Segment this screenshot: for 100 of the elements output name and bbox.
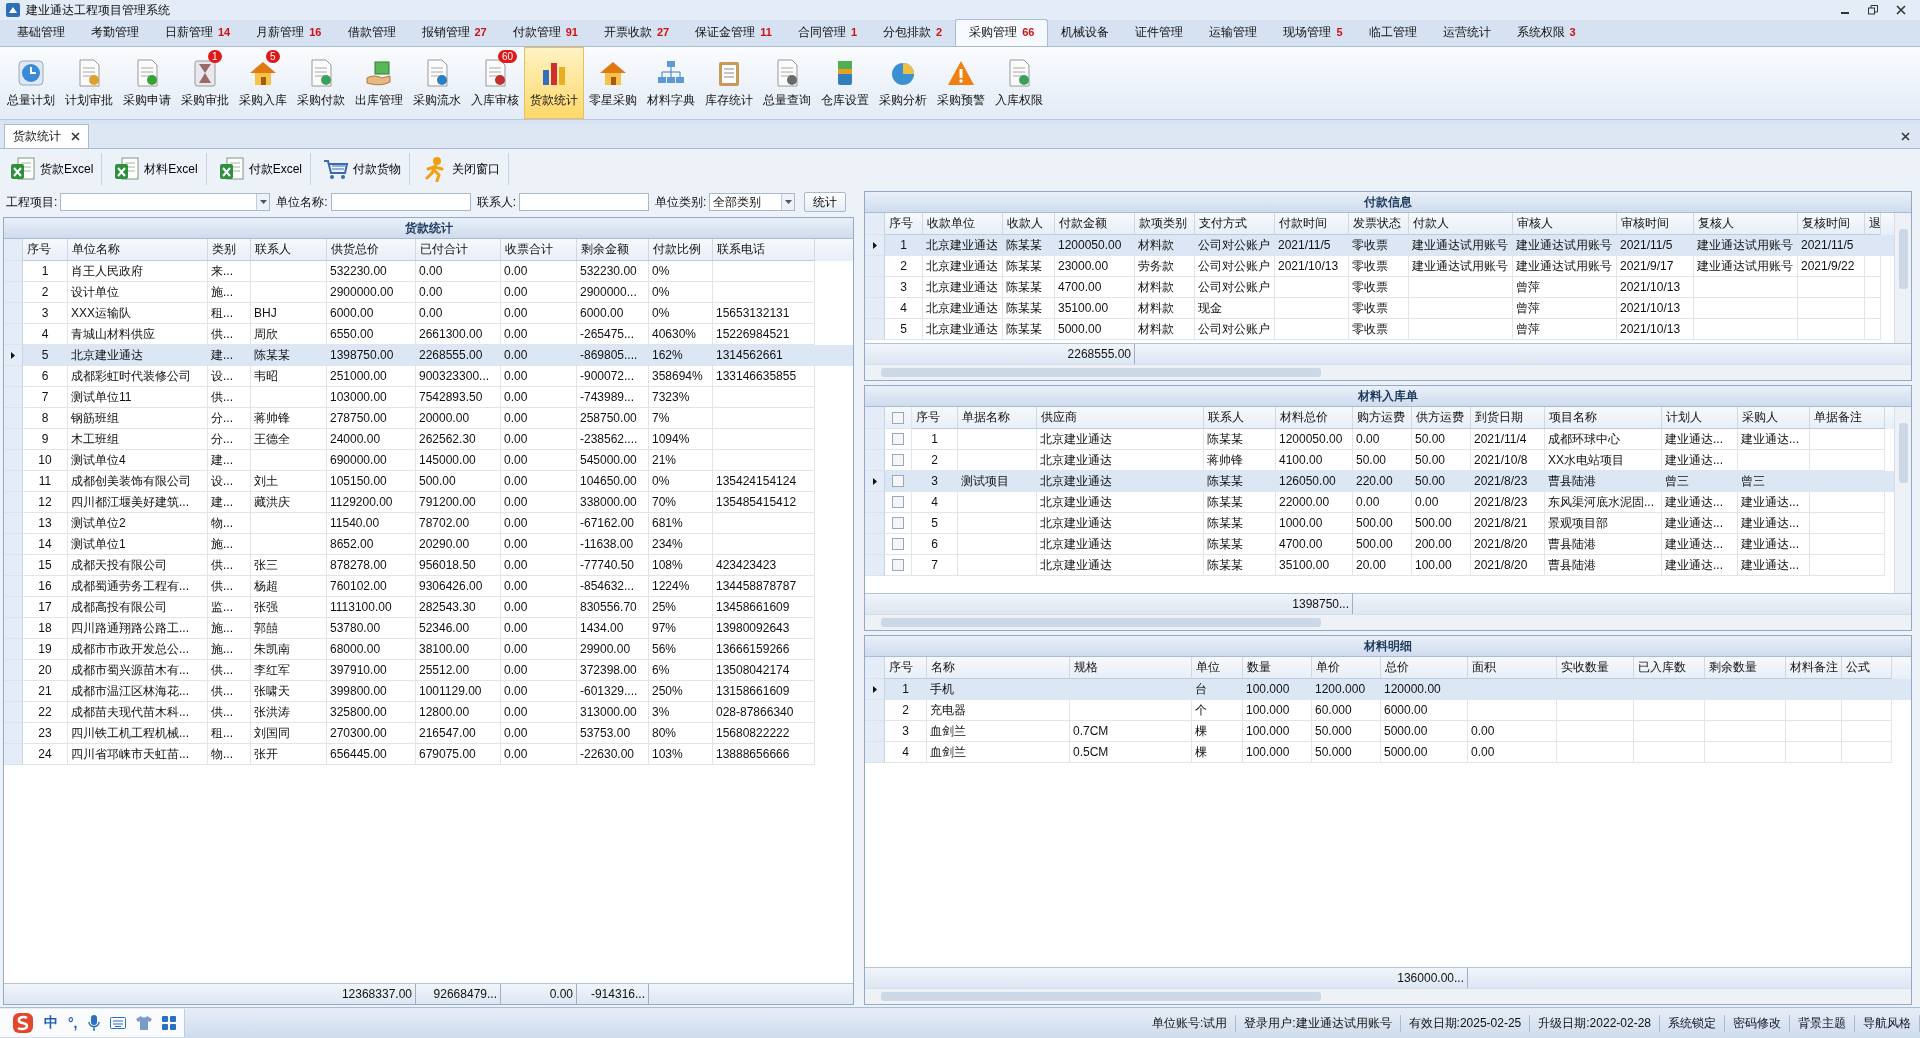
toolbar-button[interactable]: 关闭窗口 <box>418 153 510 185</box>
checkbox[interactable] <box>892 559 904 571</box>
menu-tab[interactable]: 付款管理 91 <box>499 20 591 46</box>
menu-tab[interactable]: 系统权限 3 <box>1503 20 1589 46</box>
scrollbar[interactable] <box>865 988 1911 1004</box>
table-row[interactable]: 6 成都彩虹时代装修公司 设... 韦昭 251000.00 900323300... 0.00 -900072... 358694% 133146635855 <box>4 366 853 387</box>
table-row[interactable]: 4 血剑兰 0.5CM 棵 100.000 50.000 5000.00 0.00 <box>865 742 1911 763</box>
document-tab[interactable]: 货款统计 <box>4 124 89 148</box>
menu-tab[interactable]: 证件管理 <box>1122 20 1197 46</box>
toolbar-button[interactable]: 材料字典 <box>642 47 700 119</box>
table-row[interactable]: 20 成都市蜀兴源苗木有... 供... 李红军 397910.00 25512.00 0.00 372398.00 6% 13508042174 <box>4 660 853 681</box>
toolbar-button[interactable]: 1 采购审批 <box>176 47 234 119</box>
scrollbar[interactable] <box>865 614 1911 630</box>
table-row[interactable]: 7 北京建业通达 陈某某 35100.00 20.00 100.00 2021/8/20 曹县陆港 建业通达... 建业通达... <box>865 555 1894 576</box>
table-row[interactable]: 2 设计单位 施... 2900000.00 0.00 0.00 2900000... 0% <box>4 282 853 303</box>
table-row[interactable]: 13 测试单位2 物... 11540.00 78702.00 0.00 -67162.00 681% <box>4 513 853 534</box>
table-row[interactable]: 5 北京建业通达 陈某某 1000.00 500.00 500.00 2021/8/21 景观项目部 建业通达... 建业通达... <box>865 513 1894 534</box>
scrollbar[interactable] <box>1894 407 1911 593</box>
checkbox[interactable] <box>892 454 904 466</box>
toolbar-button[interactable]: 出库管理 <box>350 47 408 119</box>
menu-tab[interactable]: 日薪管理 14 <box>152 20 244 46</box>
table-row[interactable]: 1 北京建业通达 陈某某 1200050.00 0.00 50.00 2021/11/4 成都环球中心 建业通达... 建业通达... <box>865 429 1894 450</box>
toolbar-button[interactable]: 总量计划 <box>2 47 60 119</box>
statistics-button[interactable]: 统计 <box>804 192 847 212</box>
toolbar-button[interactable]: 货款Excel <box>6 153 103 185</box>
close-icon[interactable] <box>1901 131 1910 141</box>
grid-icon[interactable] <box>161 1016 176 1030</box>
toolbar-button[interactable]: 货款统计 <box>524 47 584 119</box>
menu-tab[interactable]: 报销管理 27 <box>408 20 500 46</box>
shirt-icon[interactable] <box>135 1016 152 1030</box>
ime-button[interactable]: 中 <box>44 1014 58 1032</box>
toolbar-button[interactable]: 采购付款 <box>292 47 350 119</box>
input-field[interactable] <box>519 193 650 211</box>
table-row[interactable]: 6 北京建业通达 陈某某 4700.00 500.00 200.00 2021/8/20 曹县陆港 建业通达... 建业通达... <box>865 534 1894 555</box>
table-row[interactable]: 23 四川铁工机工程机械... 租... 刘国同 270300.00 216547.00 0.00 53753.00 80% 15680822222 <box>4 723 853 744</box>
checkbox[interactable] <box>892 496 904 508</box>
table-row[interactable]: 1 肖王人民政府 来... 532230.00 0.00 0.00 532230.00 0% <box>4 261 853 282</box>
toolbar-button[interactable]: 60 入库审核 <box>466 47 524 119</box>
table-row[interactable]: 21 成都市温江区林海花... 供... 张啸天 399800.00 1001129.00 0.00 -601329.... 250% 13158661609 <box>4 681 853 702</box>
toolbar-button[interactable]: 仓库设置 <box>816 47 874 119</box>
menu-tab[interactable]: 采购管理 66 <box>955 19 1049 46</box>
table-row[interactable]: 11 成都创美装饰有限公司 设... 刘土 105150.00 500.00 0.00 104650.00 0% 135424154124 <box>4 471 853 492</box>
toolbar-button[interactable]: 库存统计 <box>700 47 758 119</box>
table-row[interactable]: 17 成都高投有限公司 监... 张强 1113100.00 282543.30 0.00 830556.70 25% 13458661609 <box>4 597 853 618</box>
table-row[interactable]: 22 成都苗夫现代苗木科... 供... 张洪涛 325800.00 12800.00 0.00 313000.00 3% 028-87866340 <box>4 702 853 723</box>
keyboard-icon[interactable] <box>109 1017 126 1029</box>
menu-tab[interactable]: 运输管理 <box>1196 20 1271 46</box>
menu-tab[interactable]: 开票收款 27 <box>591 20 683 46</box>
table-row[interactable]: 7 测试单位11 供... 103000.00 7542893.50 0.00 -743989... 7323% <box>4 387 853 408</box>
table-row[interactable]: 4 北京建业通达 陈某某 22000.00 0.00 0.00 2021/8/23 东风渠河底水泥固... 建业通达... 建业通达... <box>865 492 1894 513</box>
table-row[interactable]: 3 XXX运输队 租... BHJ 6000.00 0.00 0.00 6000.00 0% 15653132131 <box>4 303 853 324</box>
ime-button[interactable]: °, <box>68 1015 78 1031</box>
table-row[interactable]: 2 北京建业通达 陈某某 23000.00 劳务款 公司对公账户 2021/10/13 零收票 建业通达试用账号 建业通达试用账号 2021/9/17 建业通达试用账号 2021/9/22 <box>865 256 1894 277</box>
checkbox[interactable] <box>892 433 904 445</box>
menu-tab[interactable]: 月薪管理 16 <box>243 20 335 46</box>
checkbox[interactable] <box>892 517 904 529</box>
menu-tab[interactable]: 合同管理 1 <box>784 20 870 46</box>
table-row[interactable]: 16 成都蜀通劳务工程有... 供... 杨超 760102.00 9306426.00 0.00 -854632... 1224% 134458878787 <box>4 576 853 597</box>
table-row[interactable]: 14 测试单位1 施... 8652.00 20290.00 0.00 -11638.00 234% <box>4 534 853 555</box>
toolbar-button[interactable]: 采购流水 <box>408 47 466 119</box>
toolbar-button[interactable]: 采购分析 <box>874 47 932 119</box>
toolbar-button[interactable]: 计划审批 <box>60 47 118 119</box>
table-row[interactable]: 24 四川省邛崃市天虹苗... 物... 张开 656445.00 679075.00 0.00 -22630.00 103% 13888656666 <box>4 744 853 765</box>
menu-tab[interactable]: 临工管理 <box>1355 20 1430 46</box>
status-button[interactable]: 系统锁定 <box>1660 1014 1725 1032</box>
project-dropdown[interactable] <box>60 193 271 211</box>
table-row[interactable]: 19 成都市市政开发总公... 施... 朱凯南 68000.00 38100.00 0.00 29900.00 56% 13666159266 <box>4 639 853 660</box>
table-row[interactable]: 8 钢筋班组 分... 蒋帅锋 278750.00 20000.00 0.00 258750.00 7% <box>4 408 853 429</box>
status-button[interactable]: 密码修改 <box>1725 1014 1790 1032</box>
table-row[interactable]: 2 充电器 个 100.000 60.000 6000.00 <box>865 700 1911 721</box>
menu-tab[interactable]: 运营统计 <box>1429 20 1504 46</box>
restore-icon[interactable] <box>1868 5 1878 15</box>
input-field[interactable] <box>330 193 471 211</box>
menu-tab[interactable]: 机械设备 <box>1048 20 1123 46</box>
toolbar-button[interactable]: 付款货物 <box>319 153 411 185</box>
scrollbar[interactable] <box>1894 213 1911 343</box>
toolbar-button[interactable]: 材料Excel <box>110 153 207 185</box>
table-row[interactable]: 3 血剑兰 0.7CM 棵 100.000 50.000 5000.00 0.00 <box>865 721 1911 742</box>
scrollbar[interactable] <box>865 364 1911 380</box>
status-button[interactable]: 背景主题 <box>1790 1014 1855 1032</box>
table-row[interactable]: 5 北京建业通达 建... 陈某某 1398750.00 2268555.00 0.00 -869805.... 162% 1314562661 <box>4 345 853 366</box>
table-row[interactable]: 12 四川都江堰美好建筑... 建... 藏洪庆 1129200.00 791200.00 0.00 338000.00 70% 135485415412 <box>4 492 853 513</box>
table-row[interactable]: 4 北京建业通达 陈某某 35100.00 材料款 现金 零收票 曾萍 2021/10/13 <box>865 298 1894 319</box>
close-icon[interactable] <box>1896 5 1906 15</box>
table-row[interactable]: 10 测试单位4 建... 690000.00 145000.00 0.00 545000.00 21% <box>4 450 853 471</box>
table-row[interactable]: 3 北京建业通达 陈某某 4700.00 材料款 公司对公账户 零收票 曾萍 2021/10/13 <box>865 277 1894 298</box>
menu-tab[interactable]: 分包排款 2 <box>870 20 956 46</box>
table-row[interactable]: 3 测试项目 北京建业通达 陈某某 126050.00 220.00 50.00 2021/8/23 曹县陆港 曾三 曾三 <box>865 471 1894 492</box>
menu-tab[interactable]: 保证金管理 11 <box>682 20 785 46</box>
microphone-icon[interactable] <box>87 1015 100 1031</box>
toolbar-button[interactable]: 入库权限 <box>990 47 1048 119</box>
toolbar-button[interactable]: 付款Excel <box>214 153 312 185</box>
toolbar-button[interactable]: 采购申请 <box>118 47 176 119</box>
menu-tab[interactable]: 借款管理 <box>334 20 409 46</box>
table-row[interactable]: 5 北京建业通达 陈某某 5000.00 材料款 公司对公账户 零收票 曾萍 2021/10/13 <box>865 319 1894 340</box>
checkbox[interactable] <box>892 411 904 424</box>
toolbar-button[interactable]: 总量查询 <box>758 47 816 119</box>
category-dropdown[interactable]: 全部类别 <box>709 193 796 211</box>
close-icon[interactable] <box>71 132 80 141</box>
table-row[interactable]: 18 四川路通翔路公路工... 施... 郭囍 53780.00 52346.00 0.00 1434.00 97% 13980092643 <box>4 618 853 639</box>
